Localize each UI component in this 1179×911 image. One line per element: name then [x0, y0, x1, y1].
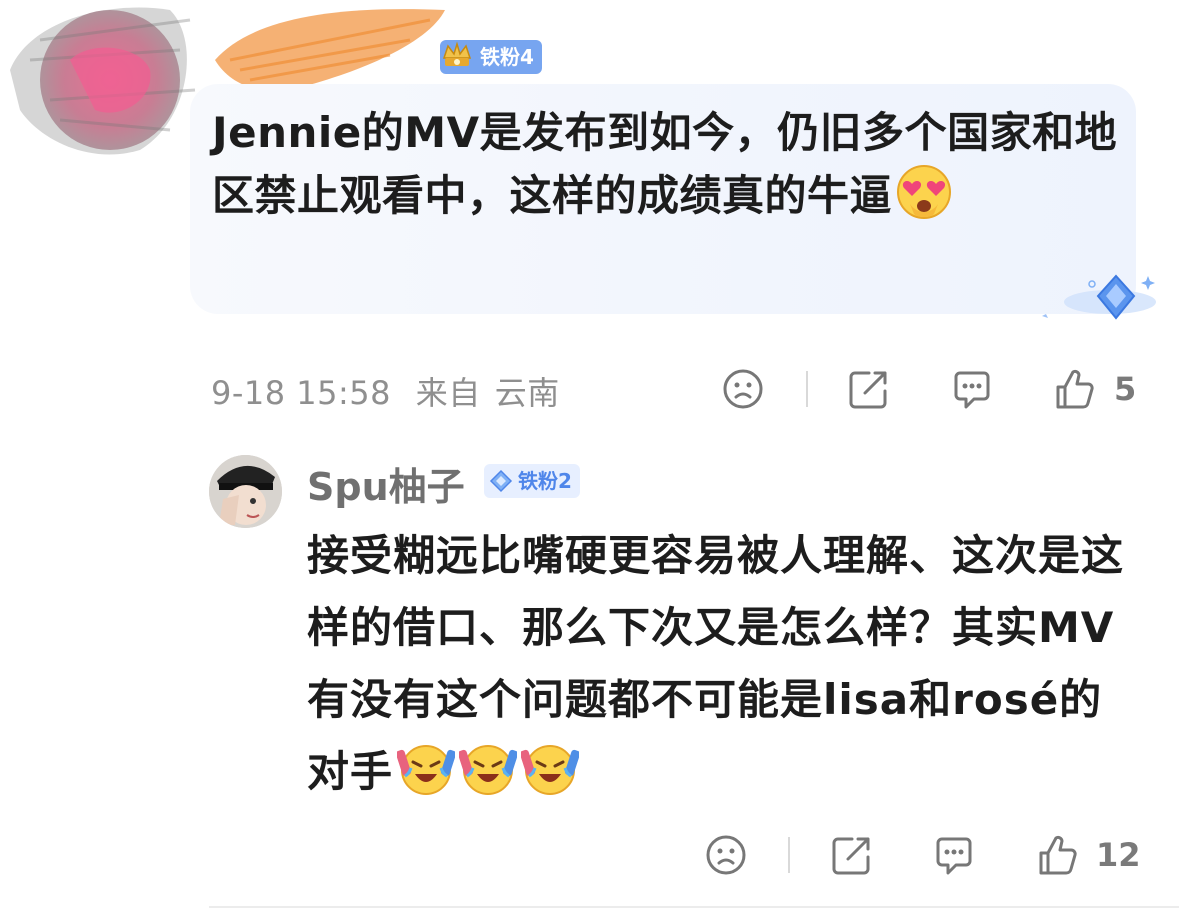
thumbs-up-icon	[1039, 835, 1077, 875]
thumbs-up-icon	[1056, 369, 1094, 409]
crown-badge-icon	[438, 36, 476, 74]
action-divider	[788, 837, 790, 873]
laughing-crying-face-icon	[521, 745, 580, 795]
laughing-crying-face-icon	[459, 745, 518, 795]
diamond-deco-icon	[1042, 274, 1156, 320]
fan-badge-label: 铁粉4	[480, 45, 534, 69]
comment-bubble-icon	[954, 371, 990, 409]
dislike-button[interactable]	[720, 366, 766, 412]
reply-dislike-button[interactable]	[703, 832, 749, 878]
avatar-photo	[209, 455, 282, 528]
reply-avatar[interactable]	[209, 455, 282, 528]
comment-meta: 9-18 15:58 来自 云南	[211, 368, 574, 414]
frown-face-icon	[706, 835, 746, 875]
heart-eyes-face-icon	[897, 165, 952, 219]
reply-like-button[interactable]	[1034, 832, 1080, 878]
comment-text-content: Jennie的MV是发布到如今，仍旧多个国家和地区禁止观看中，这样的成绩真的牛逼	[212, 108, 1118, 220]
comment-thread: 铁粉4 Jennie的MV是发布到如今，仍旧多个国家和地区禁止观看中，这样的成绩…	[0, 0, 1179, 911]
reply-reply-button[interactable]	[931, 832, 977, 878]
divider-line	[209, 906, 1179, 908]
reply-like-count: 12	[1096, 836, 1141, 874]
like-count: 5	[1114, 370, 1137, 408]
fan-badge[interactable]: 铁粉4	[440, 40, 542, 74]
reply-badge-label: 铁粉2	[518, 469, 572, 493]
diamond-badge-icon	[488, 468, 514, 494]
comment-text: Jennie的MV是发布到如今，仍旧多个国家和地区禁止观看中，这样的成绩真的牛逼	[212, 102, 1122, 227]
like-button[interactable]	[1051, 366, 1097, 412]
reply-fan-badge[interactable]: 铁粉2	[484, 464, 580, 498]
share-icon	[832, 837, 870, 875]
frown-face-icon	[723, 369, 763, 409]
laughing-crying-face-icon	[397, 745, 456, 795]
commenter-avatar[interactable]	[0, 0, 200, 160]
share-button[interactable]	[846, 366, 892, 412]
reply-button[interactable]	[949, 366, 995, 412]
reply-text: 接受糊远比嘴硬更容易被人理解、这次是这样的借口、那么下次又是怎么样？其实MV有没…	[307, 520, 1127, 808]
reply-username[interactable]: Spu柚子	[307, 456, 465, 511]
reply-share-button[interactable]	[829, 832, 875, 878]
comment-location: 云南	[494, 374, 560, 412]
comment-bubble-icon	[936, 837, 972, 875]
comment-date: 9-18 15:58	[211, 374, 392, 412]
location-prefix: 来自	[415, 374, 481, 412]
action-divider	[806, 371, 808, 407]
share-icon	[849, 371, 887, 409]
